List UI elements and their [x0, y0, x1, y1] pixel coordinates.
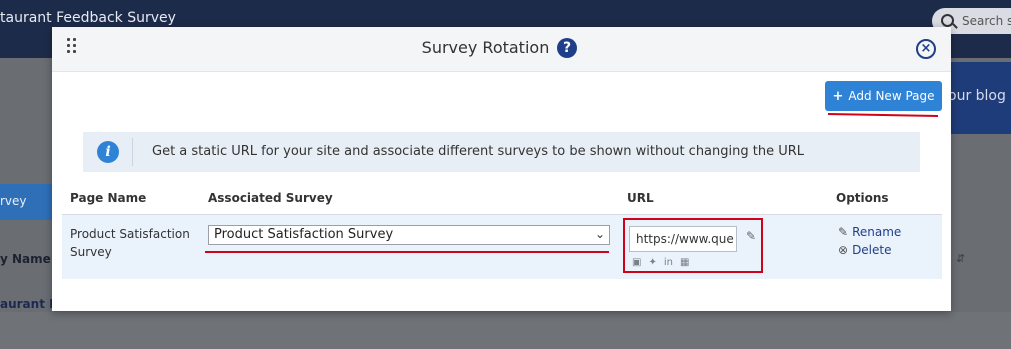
column-header-survey-name: y Name — [0, 252, 51, 266]
add-new-page-button[interactable]: + Add New Page — [825, 81, 942, 111]
rename-link[interactable]: ✎ Rename — [838, 225, 901, 239]
close-icon[interactable]: × — [916, 39, 936, 59]
qr-code-icon[interactable]: ▦ — [680, 257, 689, 268]
linkedin-icon[interactable]: in — [664, 257, 673, 268]
share-icons: ▣ ✦ in ▦ — [632, 257, 696, 268]
search-icon — [941, 14, 954, 27]
url-field[interactable]: https://www.que — [629, 226, 737, 252]
delete-circle-icon: ⊗ — [838, 243, 849, 257]
header-url: URL — [627, 191, 654, 205]
associated-survey-select[interactable]: Product Satisfaction Survey ⌄ — [208, 225, 610, 245]
edit-icon[interactable]: ✎ — [746, 229, 756, 243]
promo-text: our blog — [948, 88, 1006, 104]
header-page-name: Page Name — [70, 191, 147, 205]
modal-header: Survey Rotation ? × — [52, 27, 951, 72]
sidebar-tab-label: rvey — [0, 194, 27, 208]
survey-select-value: Product Satisfaction Survey — [214, 227, 394, 242]
add-new-page-label: Add New Page — [848, 89, 935, 103]
sort-icon[interactable]: ⇵ — [956, 252, 965, 265]
app-title: taurant Feedback Survey — [0, 10, 176, 26]
header-options: Options — [836, 191, 889, 205]
rename-label: Rename — [852, 225, 902, 239]
modal-title: Survey Rotation — [421, 38, 550, 57]
delete-link[interactable]: ⊗ Delete — [838, 243, 892, 257]
delete-label: Delete — [852, 243, 892, 257]
help-icon[interactable]: ? — [557, 38, 577, 58]
facebook-icon[interactable]: ▣ — [632, 257, 641, 268]
url-highlight-box: https://www.que ✎ ▣ ✦ in ▦ — [623, 218, 763, 273]
app-content-bottom — [0, 312, 1011, 349]
twitter-icon[interactable]: ✦ — [648, 257, 656, 268]
info-banner: i Get a static URL for your site and ass… — [83, 132, 920, 172]
info-divider — [132, 138, 133, 166]
info-icon: i — [97, 141, 119, 163]
info-text: Get a static URL for your site and assoc… — [152, 144, 805, 159]
chevron-down-icon: ⌄ — [594, 227, 605, 241]
header-associated-survey: Associated Survey — [208, 191, 333, 205]
edit-icon: ✎ — [838, 225, 849, 239]
survey-rotation-modal: Survey Rotation ? × + Add New Page i Get … — [52, 27, 951, 311]
plus-icon: + — [832, 89, 844, 104]
annotation-underline — [827, 113, 939, 117]
annotation-underline — [205, 251, 609, 253]
search-placeholder: Search s — [962, 14, 1011, 28]
page-name-cell: Product Satisfaction Survey — [70, 227, 190, 259]
